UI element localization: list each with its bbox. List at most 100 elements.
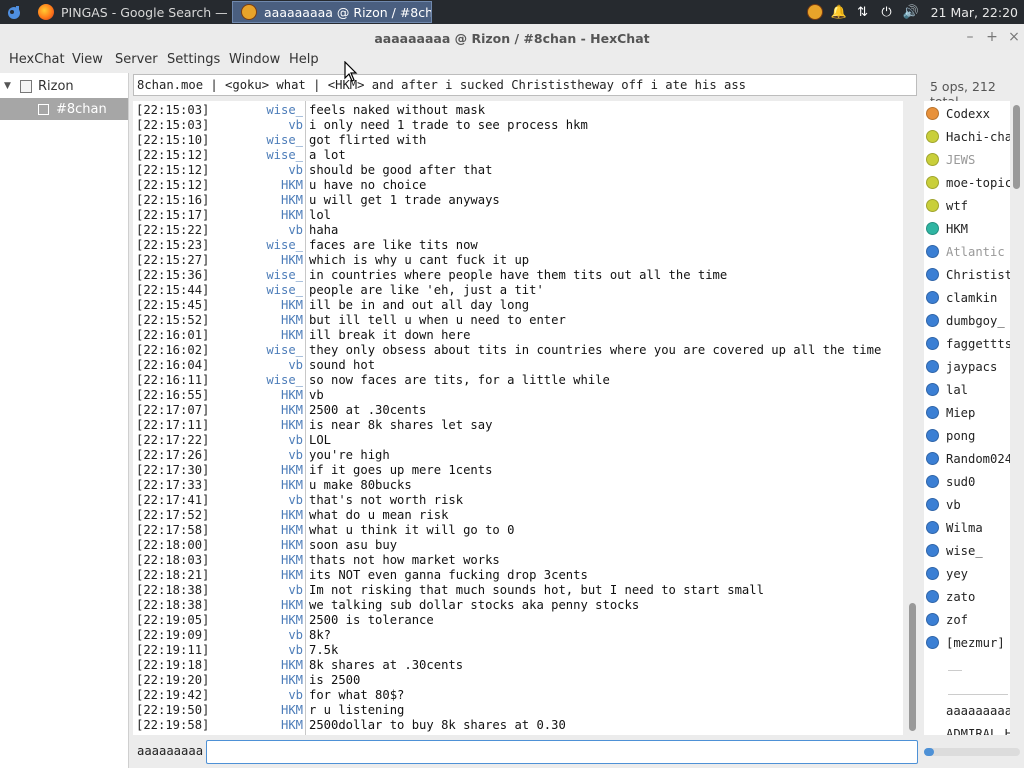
- menu-hexchat[interactable]: HexChat: [8, 52, 66, 67]
- nick-label[interactable]: HKM: [281, 538, 303, 552]
- nick-label[interactable]: wise_: [266, 343, 303, 357]
- nick-label[interactable]: HKM: [281, 568, 303, 582]
- user-list-item[interactable]: sud0: [924, 470, 1010, 493]
- nick-label[interactable]: HKM: [281, 718, 303, 732]
- tree-item-channel[interactable]: #8chan: [0, 98, 128, 120]
- nick-label[interactable]: HKM: [281, 523, 303, 537]
- nick-label[interactable]: HKM: [281, 673, 303, 687]
- window-titlebar[interactable]: aaaaaaaaa @ Rizon / #8chan - HexChat – +…: [0, 24, 1024, 52]
- user-list-item[interactable]: lal: [924, 378, 1010, 401]
- menu-window[interactable]: Window: [228, 52, 281, 67]
- chat-scrollbar-thumb[interactable]: [909, 603, 916, 731]
- message-input[interactable]: [206, 740, 918, 764]
- user-list[interactable]: Codexx Hachi-chan JEWS moe-topic wtf HKM Atlan…: [924, 101, 1010, 735]
- nick-label[interactable]: vb: [288, 493, 303, 507]
- menu-settings[interactable]: Settings: [166, 52, 221, 67]
- nick-label[interactable]: HKM: [281, 703, 303, 717]
- taskbar-item-firefox[interactable]: PINGAS - Google Search — ...: [30, 1, 228, 23]
- nick-label[interactable]: wise_: [266, 238, 303, 252]
- nick-label[interactable]: HKM: [281, 508, 303, 522]
- user-list-item[interactable]: dumbgoy_: [924, 309, 1010, 332]
- nick-label[interactable]: vb: [288, 118, 303, 132]
- user-list-item[interactable]: JEWS: [924, 148, 1010, 171]
- nick-label[interactable]: wise_: [266, 283, 303, 297]
- nick-label[interactable]: vb: [288, 583, 303, 597]
- user-list-item[interactable]: wise_: [924, 539, 1010, 562]
- user-list-item[interactable]: faggettts: [924, 332, 1010, 355]
- nick-label[interactable]: HKM: [281, 553, 303, 567]
- user-list-item[interactable]: moe-topic: [924, 171, 1010, 194]
- nick-label[interactable]: HKM: [281, 388, 303, 402]
- topic-field[interactable]: 8chan.moe | <goku> what | <HKM> and afte…: [133, 74, 917, 96]
- user-list-item[interactable]: Christist: [924, 263, 1010, 286]
- nick-button[interactable]: aaaaaaaaa: [137, 744, 203, 758]
- user-list-item[interactable]: ADMIRAL_H: [946, 727, 1010, 735]
- minimize-button[interactable]: –: [962, 29, 978, 45]
- maximize-button[interactable]: +: [984, 29, 1000, 45]
- nick-label[interactable]: HKM: [281, 328, 303, 342]
- nick-label[interactable]: HKM: [281, 193, 303, 207]
- expander-icon[interactable]: ▼: [4, 81, 14, 91]
- nick-label[interactable]: HKM: [281, 298, 303, 312]
- user-list-item[interactable]: zof: [924, 608, 1010, 631]
- nick-label[interactable]: HKM: [281, 208, 303, 222]
- user-list-item[interactable]: clamkin: [924, 286, 1010, 309]
- nick-label[interactable]: wise_: [266, 133, 303, 147]
- nick-label[interactable]: vb: [288, 358, 303, 372]
- tree-item-server[interactable]: ▼ Rizon: [0, 75, 128, 97]
- user-list-item[interactable]: yey: [924, 562, 1010, 585]
- nick-label[interactable]: wise_: [266, 268, 303, 282]
- nick-label[interactable]: HKM: [281, 253, 303, 267]
- user-list-item[interactable]: Hachi-chan: [924, 125, 1010, 148]
- bell-icon[interactable]: 🔔: [830, 3, 848, 21]
- nick-label[interactable]: HKM: [281, 598, 303, 612]
- network-icon[interactable]: ⇅: [854, 3, 872, 21]
- user-list-item[interactable]: Miep: [924, 401, 1010, 424]
- chat-log[interactable]: [22:15:03] wise_ feels naked without mask[…: [133, 101, 903, 735]
- user-list-item[interactable]: zato: [924, 585, 1010, 608]
- nick-label[interactable]: wise_: [266, 148, 303, 162]
- menu-view[interactable]: View: [71, 52, 104, 67]
- close-button[interactable]: ×: [1006, 29, 1022, 45]
- nick-label[interactable]: HKM: [281, 463, 303, 477]
- start-menu-button[interactable]: [0, 0, 28, 24]
- user-list-scrollbar[interactable]: [1010, 101, 1024, 735]
- nick-label[interactable]: vb: [288, 448, 303, 462]
- chat-line: [22:15:22] vb haha: [133, 223, 903, 238]
- nick-label[interactable]: vb: [288, 163, 303, 177]
- nick-label[interactable]: vb: [288, 433, 303, 447]
- nick-label[interactable]: vb: [288, 688, 303, 702]
- nick-label[interactable]: wise_: [266, 103, 303, 117]
- user-list-item[interactable]: Random024: [924, 447, 1010, 470]
- nick-label[interactable]: vb: [288, 223, 303, 237]
- nick-label[interactable]: vb: [288, 628, 303, 642]
- user-list-item[interactable]: wtf: [924, 194, 1010, 217]
- user-list-item[interactable]: Wilma: [924, 516, 1010, 539]
- menu-help[interactable]: Help: [288, 52, 320, 67]
- hexchat-tray-icon[interactable]: [806, 3, 824, 21]
- nick-label[interactable]: vb: [288, 643, 303, 657]
- volume-icon[interactable]: 🔊: [902, 3, 920, 21]
- chat-scrollbar[interactable]: [906, 101, 920, 735]
- power-icon[interactable]: ⏻: [878, 3, 896, 21]
- user-list-scrollbar-thumb[interactable]: [1013, 105, 1020, 189]
- nick-label[interactable]: HKM: [281, 418, 303, 432]
- clock[interactable]: 21 Mar, 22:20: [931, 5, 1018, 20]
- nick-label[interactable]: HKM: [281, 478, 303, 492]
- nick-label[interactable]: HKM: [281, 613, 303, 627]
- user-list-item[interactable]: Atlantic: [924, 240, 1010, 263]
- user-list-item[interactable]: jaypacs: [924, 355, 1010, 378]
- nick-label[interactable]: HKM: [281, 403, 303, 417]
- user-list-item[interactable]: vb: [924, 493, 1010, 516]
- taskbar-item-hexchat[interactable]: aaaaaaaaa @ Rizon / #8cha...: [232, 1, 432, 23]
- menu-server[interactable]: Server: [114, 52, 159, 67]
- user-list-item[interactable]: Codexx: [924, 102, 1010, 125]
- nick-label[interactable]: HKM: [281, 313, 303, 327]
- nick-label[interactable]: HKM: [281, 178, 303, 192]
- user-list-item[interactable]: HKM: [924, 217, 1010, 240]
- nick-label[interactable]: HKM: [281, 658, 303, 672]
- user-list-item[interactable]: [mezmur]: [924, 631, 1010, 654]
- nick-label[interactable]: wise_: [266, 373, 303, 387]
- user-list-item[interactable]: pong: [924, 424, 1010, 447]
- user-list-item[interactable]: aaaaaaaaa: [946, 704, 1010, 718]
